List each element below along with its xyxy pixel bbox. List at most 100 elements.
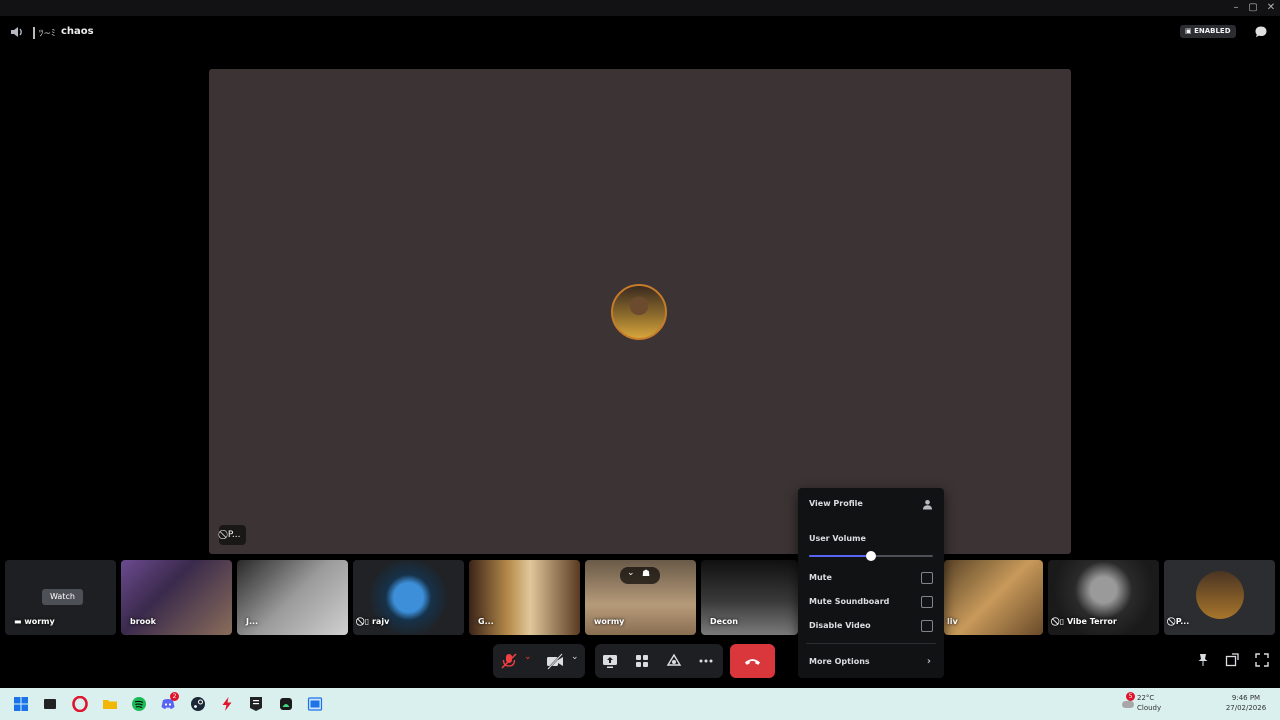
participant-tile[interactable]: J... [237,560,348,635]
mute-menu-item[interactable]: Mute [809,568,933,588]
clock[interactable]: 9:46 PM 27/02/2026 [1220,692,1272,718]
call-controls-bar: ⌄ ⌄ [0,642,1280,680]
view-profile-label: View Profile [809,499,863,508]
weather-alert-badge: 5 [1126,692,1135,701]
participant-tile[interactable]: G... [469,560,580,635]
steam-icon[interactable] [190,696,206,712]
windows-taskbar: 2 5 22°C Cloudy 9:46 PM 27/02/2026 [0,688,1280,720]
opera-browser-icon[interactable] [72,696,88,712]
pin-icon[interactable] [1196,653,1210,667]
participant-tile[interactable]: liv [944,560,1043,635]
chat-bubble-icon[interactable] [1254,25,1268,39]
watch-stream-button[interactable]: Watch [42,589,83,605]
mute-soundboard-menu-item[interactable]: Mute Soundboard [809,592,933,612]
spotify-icon[interactable] [131,696,147,712]
close-icon[interactable]: ✕ [1265,2,1277,14]
participant-tile[interactable]: Watch ▬ wormy [5,560,116,635]
stage-user-avatar[interactable] [611,284,667,340]
channel-name: chaos [61,26,94,37]
participant-strip: Watch ▬ wormy brook J... ⃠ ▯ rajv G... ⌄… [0,560,1280,636]
more-options-icon[interactable] [696,651,716,671]
video-off-icon: ⃠ ▯ [362,617,372,626]
add-friend-icon[interactable]: ☗ [642,569,650,579]
user-context-menu: View Profile User Volume Mute Mute Sound… [798,488,944,678]
minimize-icon[interactable]: – [1230,2,1242,14]
view-profile-menu-item[interactable]: View Profile [809,494,933,514]
discord-call-window: – ▢ ✕ ﾂ~ﾐ chaos ▣ ENABLED ⃠ P... Watch ▬… [0,0,1280,688]
focused-video-stage[interactable]: ⃠ P... [209,69,1071,554]
user-profile-icon [923,500,932,510]
participant-tile[interactable]: Decon [701,560,798,635]
voice-channel-speaker-icon [11,27,22,37]
window-titlebar: – ▢ ✕ [0,0,1280,16]
disable-video-menu-item[interactable]: Disable Video [809,616,933,636]
soundboard-icon[interactable] [664,651,684,671]
participant-name: liv [947,617,958,626]
discord-taskbar-button[interactable]: 2 [160,692,179,712]
app-window-icon[interactable] [307,696,323,712]
weather-widget[interactable]: 5 22°C Cloudy [1120,692,1168,718]
task-view-icon[interactable] [42,696,58,712]
weather-temperature: 22°C [1137,694,1155,702]
hang-up-phone-icon [744,659,761,665]
participant-name: brook [130,617,156,626]
android-app-icon[interactable] [278,696,294,712]
participant-tile[interactable]: ⌄ ☗ wormy [585,560,696,635]
pop-out-icon[interactable] [1225,653,1239,667]
participant-name: ⃠ ▯ rajv [362,617,390,626]
participant-tile[interactable]: ⃠ ▯ rajv [353,560,464,635]
maximize-icon[interactable]: ▢ [1247,2,1259,14]
share-screen-icon[interactable] [600,651,620,671]
participant-tile[interactable]: brook [121,560,232,635]
disable-video-checkbox[interactable] [921,620,933,632]
enabled-badge[interactable]: ▣ ENABLED [1180,25,1236,38]
activities-icon[interactable] [632,651,652,671]
participant-name: G... [478,617,494,626]
user-volume-slider-fill [809,555,871,557]
more-options-menu-item[interactable]: More Options › [809,652,933,672]
participant-avatar [1196,571,1244,619]
mute-checkbox[interactable] [921,572,933,584]
clock-date: 27/02/2026 [1225,704,1267,712]
user-volume-label: User Volume [809,534,866,543]
chevron-right-icon: › [926,656,931,667]
weather-condition: Cloudy [1137,704,1162,712]
participant-name: Decon [710,617,738,626]
mic-options-chevron-icon[interactable]: ⌄ [524,652,532,662]
mute-label: Mute [809,573,832,582]
disconnect-button[interactable] [730,644,775,678]
participant-tile[interactable]: ⃠ ▯ Vibe Terror [1048,560,1159,635]
enabled-badge-label: ENABLED [1194,27,1231,35]
participant-name: wormy [594,617,625,626]
user-volume-slider-knob[interactable] [866,551,876,561]
mute-soundboard-checkbox[interactable] [921,596,933,608]
cloud-icon [1122,701,1134,708]
discord-notification-badge: 2 [170,692,179,701]
lock-icon: ▣ [1185,27,1195,35]
disable-video-label: Disable Video [809,621,871,630]
screen-share-icon: ▬ [14,617,25,626]
participant-tile[interactable]: ⃠ P... [1164,560,1275,635]
tile-overlay-controls[interactable]: ⌄ ☗ [620,567,660,584]
camera-options-chevron-icon[interactable]: ⌄ [571,652,579,662]
windows-start-icon[interactable] [13,696,29,712]
file-explorer-icon[interactable] [102,696,118,712]
channel-divider [33,27,35,39]
menu-divider [806,643,936,644]
fullscreen-icon[interactable] [1255,653,1269,667]
user-volume-slider[interactable] [809,551,933,561]
mic-camera-group: ⌄ ⌄ [493,644,585,678]
microphone-muted-icon[interactable] [499,651,519,671]
camera-off-icon[interactable] [545,651,565,671]
epic-games-icon[interactable] [248,696,264,712]
stage-participant-name: P... [227,530,241,540]
clock-time: 9:46 PM [1231,694,1261,702]
call-header: ﾂ~ﾐ chaos ▣ ENABLED [0,16,1280,50]
participant-name: ▬ wormy [14,617,55,626]
chevron-down-icon[interactable]: ⌄ [627,568,635,578]
participant-name: ⃠ P... [1173,617,1190,626]
video-off-icon: ⃠ ▯ [1057,617,1067,626]
lightning-app-icon[interactable] [219,696,235,712]
participant-name: J... [246,617,259,626]
activity-group [595,644,723,678]
